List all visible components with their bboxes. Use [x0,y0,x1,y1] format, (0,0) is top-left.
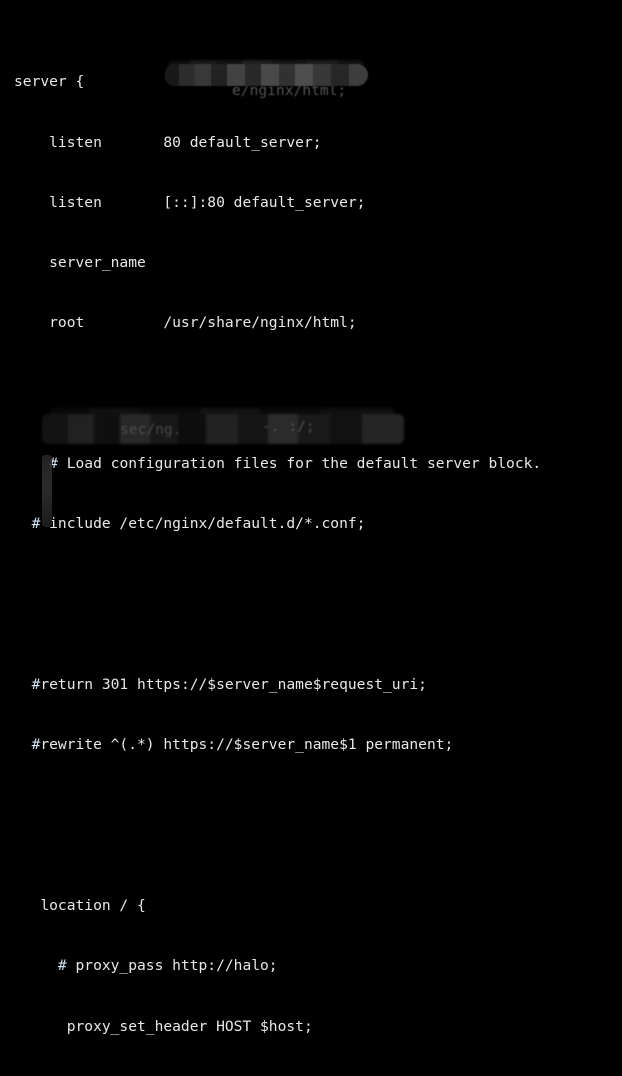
code-line: listen [::]:80 default_server; [14,193,366,211]
comment-hash-icon: # [14,957,67,975]
comment-text: rewrite ^(.*) https://$server_name$1 per… [40,736,454,754]
comment-text: Load configuration files for the default… [57,455,542,473]
comment-hash-icon: # [14,676,41,694]
code-line-comment: #rewrite ^(.*) https://$server_name$1 pe… [0,735,622,755]
code-line: proxy_set_header HOST $host; [14,1017,313,1035]
code-line-location-root: location / { [14,897,146,915]
code-line-server-name: server_name [14,254,164,272]
vertical-scrollbar[interactable] [42,455,52,527]
comment-text: include /etc/nginx/default.d/*.conf; [40,515,366,533]
code-line-comment: # proxy_pass http://halo; [0,956,622,976]
comment-hash-icon: # [14,515,41,533]
terminal-window: server { listen 80 default_server; liste… [0,0,622,1035]
code-line-comment: # Load configuration files for the defau… [0,454,622,474]
comment-hash-icon: # [14,736,41,754]
code-line: server { [14,73,85,91]
nginx-config-code[interactable]: server { listen 80 default_server; liste… [0,0,622,1034]
code-line-root: root /usr/share/nginx/html; [14,314,357,332]
comment-text: return 301 https://$server_name$request_… [40,676,427,694]
code-line: listen 80 default_server; [14,133,322,151]
code-line-comment: # include /etc/nginx/default.d/*.conf; [0,514,622,534]
comment-text: proxy_pass http://halo; [66,957,278,975]
code-line-comment: #return 301 https://$server_name$request… [0,675,622,695]
